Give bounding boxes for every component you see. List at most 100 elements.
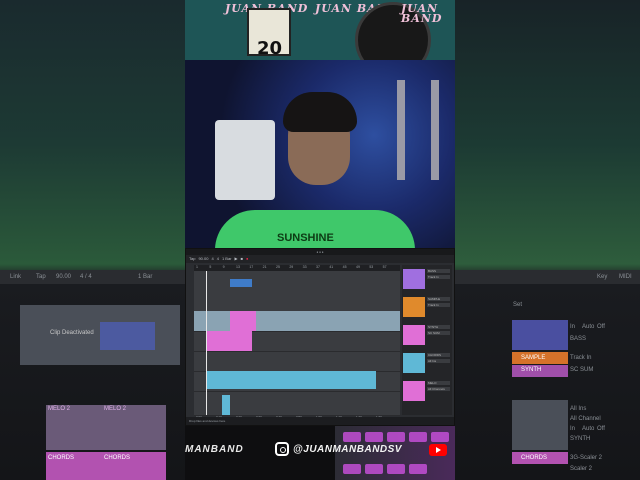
tempo-label: 90.00 xyxy=(56,274,72,280)
event-poster: JUAN BAND 20 JUAN BAND JUAN BAND xyxy=(185,0,455,60)
chords-mixer-label: CHORDS xyxy=(521,455,548,461)
audio-clip[interactable] xyxy=(222,395,230,415)
all-ins-label: All Ins xyxy=(570,406,587,412)
guitar-neck-1 xyxy=(397,80,405,180)
pad xyxy=(365,464,383,474)
arrangement-view[interactable] xyxy=(194,271,400,416)
track-mixer-panel: BASS Track In SAMPLE Track In SYNTH SC SUM CHO… xyxy=(402,265,452,415)
space-heater xyxy=(215,120,275,200)
track-lane[interactable] xyxy=(194,271,400,312)
scaler2-label: Scaler 2 xyxy=(570,466,593,472)
quantize-menu[interactable]: 1 Bar xyxy=(222,255,232,263)
chords-left-label: CHORDS xyxy=(48,455,75,461)
timesig-numerator[interactable]: 4 xyxy=(211,255,213,263)
bass-chip-blur xyxy=(512,320,568,350)
scaler-label: 3G-Scaler 2 xyxy=(570,455,603,461)
poster-date: 20 xyxy=(257,38,283,59)
mixer-track-chip[interactable] xyxy=(403,297,425,317)
band-logo-right: JUAN BAND xyxy=(401,2,443,25)
ruler-mark: 45 xyxy=(342,265,347,269)
ruler-mark: 25 xyxy=(276,265,280,269)
chords-right-label: CHORDS xyxy=(104,455,131,461)
mixer-track-chip[interactable] xyxy=(403,381,425,401)
pad xyxy=(431,432,449,442)
webcam-feed: SUNSHINE xyxy=(185,60,455,248)
youtube-icon[interactable] xyxy=(429,444,447,456)
selected-track-lane[interactable] xyxy=(194,311,400,332)
bass-label: BASS xyxy=(570,336,587,342)
midi-clip[interactable] xyxy=(206,331,252,351)
track-in-label: Track In xyxy=(570,355,592,361)
off-label-1: Off xyxy=(597,324,605,330)
melo2-left-label: MELO 2 xyxy=(48,406,71,412)
track-lane[interactable] xyxy=(194,351,400,372)
mixer-track-name: SYNTH xyxy=(427,325,450,329)
tap-label: Tap xyxy=(36,274,46,280)
record-icon[interactable]: ● xyxy=(246,255,248,263)
midi-label: MIDI xyxy=(619,274,632,280)
ruler-mark: 17 xyxy=(249,265,254,269)
mixer-track-chip[interactable] xyxy=(403,325,425,345)
ruler-mark: 1 xyxy=(196,265,198,269)
shirt-print: SUNSHINE xyxy=(277,232,334,244)
midi-clip[interactable] xyxy=(230,279,252,287)
pad xyxy=(343,464,361,474)
playhead[interactable] xyxy=(206,271,207,415)
left-transport-strip xyxy=(0,270,185,284)
status-bar: Drop files and devices here xyxy=(186,417,454,425)
mixer-track-name: SAMPLE xyxy=(427,297,450,301)
stop-icon[interactable]: ■ xyxy=(241,255,243,263)
daw-window: ● ● ● Tap 90.00 4 4 1 Bar ▶ ■ ● 1 5 9 13 17 2… xyxy=(185,248,455,426)
inactive-chip-blur xyxy=(512,400,568,450)
ruler-mark: 49 xyxy=(356,265,360,269)
audio-clip[interactable] xyxy=(206,371,376,389)
in-label-2: In xyxy=(570,426,576,432)
timesig-denominator[interactable]: 4 xyxy=(217,255,219,263)
instagram-handle[interactable]: @JUANMANBANDSV xyxy=(293,444,402,455)
mixer-input-select[interactable]: All Ins xyxy=(427,359,450,363)
mixer-track-name: BASS xyxy=(427,269,450,273)
play-icon[interactable]: ▶ xyxy=(235,255,238,263)
ruler-mark: 41 xyxy=(329,265,334,269)
ruler-mark: 21 xyxy=(262,265,267,269)
mixer-input-select[interactable]: Track In xyxy=(427,275,450,279)
midi-clip[interactable] xyxy=(230,311,256,331)
off-label-2: Off xyxy=(597,426,605,432)
mixer-input-select[interactable]: Track In xyxy=(427,303,450,307)
tap-button[interactable]: Tap xyxy=(189,255,195,263)
right-blurred-panel: Key MIDI Set In Auto Off BASS SAMPLE Tra… xyxy=(455,0,640,480)
pad xyxy=(409,432,427,442)
set-label: Set xyxy=(513,302,523,308)
ruler-mark: 13 xyxy=(236,265,240,269)
instagram-icon[interactable] xyxy=(275,442,289,456)
pad xyxy=(409,464,427,474)
guitar-neck-2 xyxy=(431,80,439,180)
sample-label: SAMPLE xyxy=(521,355,546,361)
auto-label-2: Auto xyxy=(582,426,595,432)
right-transport-strip xyxy=(455,270,640,284)
tempo-field[interactable]: 90.00 xyxy=(198,255,208,263)
ruler-mark: 53 xyxy=(369,265,374,269)
ruler-mark: 9 xyxy=(222,265,225,269)
pad xyxy=(387,432,405,442)
auto-label-1: Auto xyxy=(582,324,595,330)
all-channel-label: All Channel xyxy=(570,416,601,422)
mixer-track-chip[interactable] xyxy=(403,269,425,289)
pad xyxy=(387,464,405,474)
mixer-input-select[interactable]: SC SUM xyxy=(427,331,450,335)
synth-input-label: SYNTH xyxy=(570,436,591,442)
synth-label: SYNTH xyxy=(521,367,542,373)
melo2-right-label: MELO 2 xyxy=(104,406,127,412)
mixer-track-chip[interactable] xyxy=(403,353,425,373)
pad xyxy=(343,432,361,442)
left-blurred-panel: Link Tap 90.00 4 / 4 1 Bar Clip Deactiva… xyxy=(0,0,185,480)
person-hair xyxy=(283,92,357,132)
clip-deactivated-text: Clip Deactivated xyxy=(50,330,94,336)
quantize-label: 1 Bar xyxy=(138,274,153,280)
ruler-mark: 33 xyxy=(302,265,307,269)
key-label: Key xyxy=(597,274,608,280)
mixer-track-name: CHORDS xyxy=(427,353,450,357)
mixer-input-select[interactable]: All Channels xyxy=(427,387,450,391)
ruler-mark: 57 xyxy=(382,265,387,269)
blue-clip-blur xyxy=(100,322,155,350)
